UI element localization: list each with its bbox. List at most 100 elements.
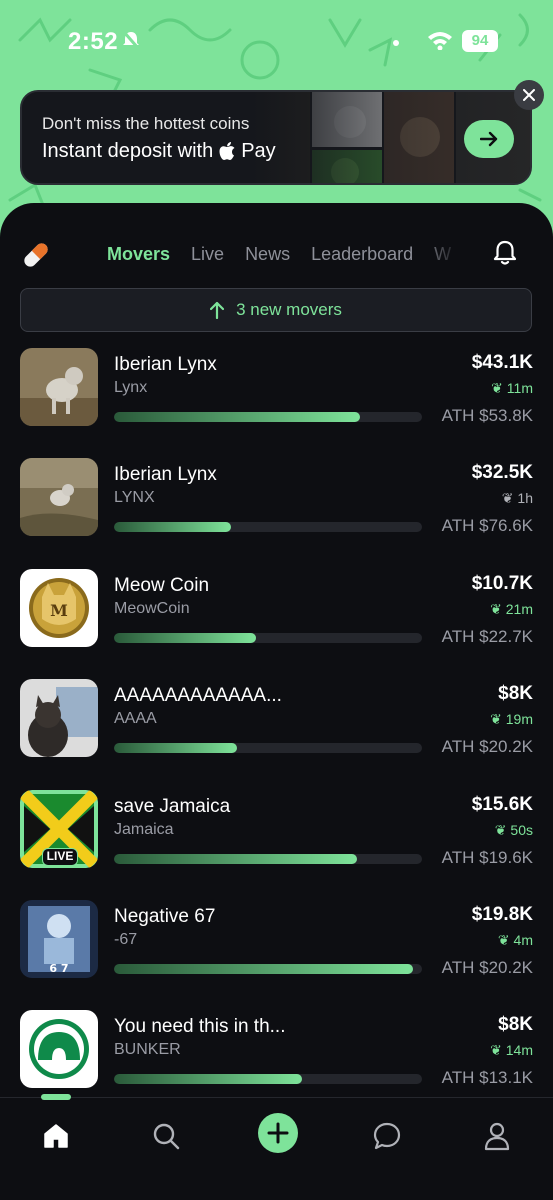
coin-age: ❦ 14m [490, 1042, 533, 1059]
coin-market-cap: $43.1K [471, 352, 533, 373]
coin-market-cap: $15.6K [471, 794, 533, 815]
coin-age-label: 50s [510, 822, 533, 838]
coin-row[interactable]: 6 7 Negative 67 -67 $19.8K ❦ 4m ATH $20.… [0, 900, 553, 1010]
coin-progress-bar [114, 854, 422, 864]
coin-market-cap: $8K [498, 683, 533, 704]
battery-indicator: 94 [462, 30, 498, 52]
coin-progress-fill [114, 633, 256, 643]
promo-banner[interactable]: Don't miss the hottest coins Instant dep… [20, 90, 532, 185]
coin-row[interactable]: Iberian Lynx LYNX $32.5K ❦ 1h ATH $76.6K [0, 458, 553, 568]
tab-live[interactable]: Live [191, 244, 224, 265]
chat-icon [373, 1122, 401, 1150]
meow-coin-letter: M [50, 601, 68, 620]
banner-subline: Instant deposit with Pay [42, 140, 276, 163]
coin-thumbnail [20, 1010, 98, 1088]
coin-age-label: 14m [505, 1042, 533, 1058]
coin-ticker: AAAA [114, 710, 157, 727]
coin-ticker: MeowCoin [114, 600, 190, 617]
coin-row[interactable]: M Meow Coin MeowCoin $10.7K ❦ 21m ATH $2… [0, 569, 553, 679]
coin-market-cap: $10.7K [471, 573, 533, 594]
coin-ath: ATH $22.7K [441, 627, 533, 646]
coin-thumbnail: M [20, 569, 98, 647]
coin-name: save Jamaica [114, 796, 231, 817]
coin-progress-bar [114, 522, 422, 532]
coin-ticker: -67 [114, 931, 138, 948]
coin-ath: ATH $20.2K [441, 958, 533, 977]
banner-fade [22, 92, 530, 183]
coin-thumbnail [20, 679, 98, 757]
muted-bell-icon [122, 30, 140, 55]
nav-chat[interactable] [367, 1116, 407, 1156]
bottom-nav [0, 1094, 553, 1200]
coin-progress-fill [114, 854, 358, 864]
coin-ath: ATH $20.2K [441, 737, 533, 756]
tab-movers[interactable]: Movers [107, 244, 170, 265]
coin-ticker: BUNKER [114, 1041, 181, 1058]
coin-name: AAAAAAAAAAAA... [114, 685, 282, 706]
coin-ath: ATH $19.6K [441, 848, 533, 867]
coin-age-label: 4m [513, 932, 533, 948]
apple-icon [219, 142, 235, 160]
coin-thumbnail: 6 7 [20, 900, 98, 978]
coin-name: Negative 67 [114, 906, 216, 927]
coin-ath: ATH $53.8K [441, 406, 533, 425]
coin-progress-fill [114, 412, 361, 422]
status-dot [393, 40, 399, 46]
coin-ticker: Jamaica [114, 821, 174, 838]
coin-progress-bar [114, 412, 422, 422]
new-movers-button[interactable]: 3 new movers [20, 288, 532, 332]
nav-profile[interactable] [477, 1116, 517, 1156]
coin-name: Iberian Lynx [114, 354, 217, 375]
arrow-up-icon [210, 301, 225, 319]
coin-progress-fill [114, 743, 238, 753]
coin-progress-fill [114, 1074, 302, 1084]
sprout-icon: ❦ [494, 822, 507, 838]
coin-age: ❦ 50s [495, 822, 533, 839]
coin-thumbnail [20, 348, 98, 426]
negative-67-text: 6 7 [49, 962, 68, 975]
status-bar: 2:52 94 [0, 0, 553, 80]
coin-market-cap: $32.5K [471, 462, 533, 483]
coin-age: ❦ 19m [490, 711, 533, 728]
tab-leaderboard[interactable]: Leaderboard [311, 244, 413, 265]
nav-home[interactable] [36, 1116, 76, 1156]
tabs-fade [420, 240, 460, 272]
coin-progress-fill [114, 522, 232, 532]
profile-icon [484, 1122, 510, 1151]
new-movers-label: 3 new movers [236, 300, 342, 319]
create-coin-button[interactable] [258, 1113, 298, 1153]
apple-pay-label: Pay [241, 140, 276, 162]
coin-progress-bar [114, 1074, 422, 1084]
wifi-icon [427, 30, 453, 55]
coin-progress-fill [114, 964, 413, 974]
category-tabs: Movers Live News Leaderboard W [107, 244, 455, 265]
banner-arrow-button[interactable] [464, 120, 514, 158]
tab-news[interactable]: News [245, 244, 290, 265]
nav-search[interactable] [146, 1116, 186, 1156]
coin-age: ❦ 11m [491, 380, 533, 397]
live-badge: LIVE [42, 848, 78, 866]
pill-logo-icon[interactable] [20, 239, 52, 276]
coin-row[interactable]: AAAAAAAAAAAA... AAAA $8K ❦ 19m ATH $20.2… [0, 679, 553, 789]
coin-thumbnail [20, 458, 98, 536]
coin-market-cap: $8K [498, 1014, 533, 1035]
sprout-icon: ❦ [490, 1042, 502, 1058]
coin-row[interactable]: save Jamaica Jamaica $15.6K ❦ 50s ATH $1… [0, 790, 553, 900]
coin-ticker: LYNX [114, 489, 155, 506]
notifications-bell-icon[interactable] [490, 238, 520, 273]
coin-age-label: 21m [505, 601, 533, 617]
search-icon [153, 1123, 180, 1150]
banner-headline: Don't miss the hottest coins [42, 114, 250, 133]
coin-name: You need this in th... [114, 1016, 286, 1037]
banner-close-button[interactable] [514, 80, 544, 110]
nav-active-indicator [41, 1094, 71, 1100]
coin-age-label: 19m [505, 711, 533, 727]
sprout-icon: ❦ [490, 601, 502, 617]
coin-row[interactable]: Iberian Lynx Lynx $43.1K ❦ 11m ATH $53.8… [0, 348, 553, 458]
sprout-icon: ❦ [497, 932, 510, 948]
status-time: 2:52 [68, 28, 119, 55]
coin-progress-bar [114, 633, 422, 643]
coin-ticker: Lynx [114, 379, 148, 396]
coin-age: ❦ 21m [490, 601, 533, 618]
coin-name: Meow Coin [114, 575, 210, 596]
